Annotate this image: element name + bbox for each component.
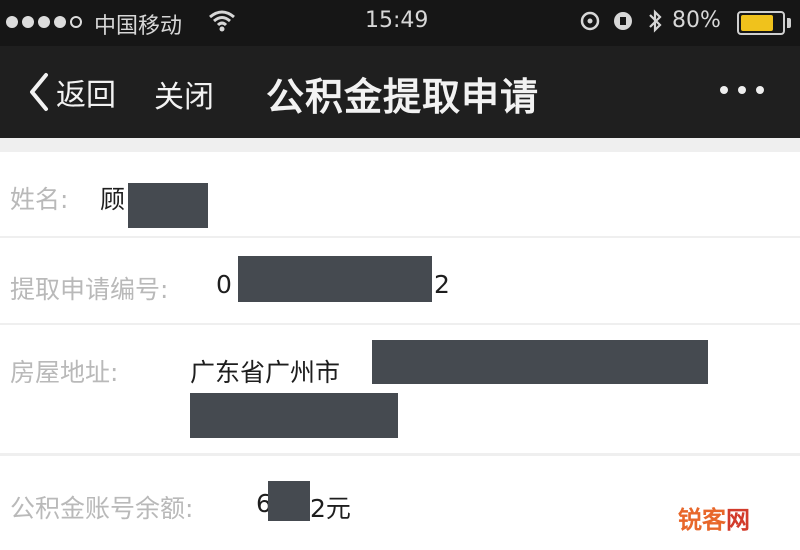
signal-strength-icon [6, 16, 82, 28]
back-button[interactable]: 返回 [28, 70, 116, 114]
more-options-icon[interactable] [720, 86, 764, 94]
bluetooth-icon [646, 8, 664, 40]
form-content: 姓名: 顾 提取申请编号: 0 2 房屋地址: 广东省广州市 公积金账号余额: … [0, 138, 800, 550]
redaction-block [128, 183, 208, 228]
name-row: 姓名: 顾 [0, 152, 800, 236]
wifi-icon [208, 8, 236, 38]
back-button-label: 返回 [56, 78, 116, 113]
redaction-block [268, 481, 310, 521]
battery-tip [787, 18, 791, 28]
status-bar: 中国移动 15:49 80% [0, 0, 800, 46]
name-value-visible: 顾 [100, 185, 126, 214]
application-number-label: 提取申请编号: [10, 275, 169, 304]
account-balance-suffix: 2元 [310, 494, 351, 523]
navigation-bar: 返回 关闭 公积金提取申请 [0, 46, 800, 138]
page-title: 公积金提取申请 [266, 75, 540, 119]
battery-level-fill [741, 15, 773, 31]
redaction-block [238, 256, 432, 302]
rotation-lock-icon [612, 8, 634, 40]
close-button[interactable]: 关闭 [154, 72, 214, 116]
property-address-value: 广东省广州市 [190, 358, 341, 387]
application-number-prefix: 0 [216, 270, 232, 299]
battery-percent: 80% [672, 8, 721, 33]
chevron-left-icon [30, 73, 48, 111]
property-address-row: 房屋地址: 广东省广州市 [0, 325, 800, 453]
application-number-suffix: 2 [434, 270, 450, 299]
phone-screen: 中国移动 15:49 80% 返回 关闭 公积金提取申请 姓名: 顾 提取申请编… [0, 0, 800, 550]
watermark-logo: 锐客网 [678, 506, 750, 534]
application-number-row: 提取申请编号: 0 2 [0, 238, 800, 323]
redaction-block [372, 340, 708, 384]
name-label: 姓名: [10, 185, 69, 214]
account-balance-label: 公积金账号余额: [10, 494, 194, 523]
status-time: 15:49 [365, 8, 429, 33]
carrier-name: 中国移动 [94, 14, 183, 39]
property-address-label: 房屋地址: [10, 358, 119, 387]
battery-icon [737, 11, 785, 35]
location-icon [578, 8, 602, 40]
redaction-block [190, 393, 398, 438]
